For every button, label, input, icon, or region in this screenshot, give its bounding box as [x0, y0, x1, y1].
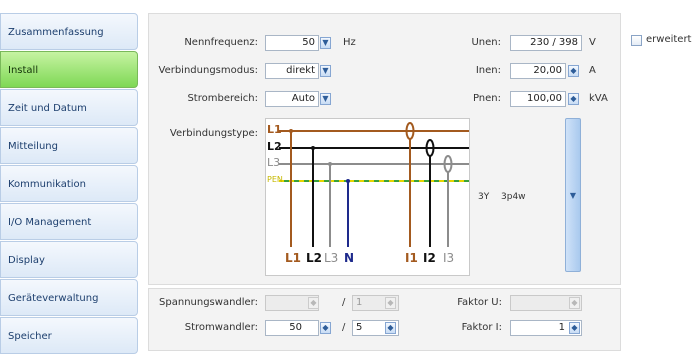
terminal-label-n: N — [344, 251, 355, 265]
unen-value: 230 / 398 — [530, 37, 578, 48]
erweitert-checkbox[interactable] — [631, 35, 642, 46]
spinner-icon: ◆ — [385, 297, 396, 309]
spinner-icon[interactable]: ◆ — [385, 322, 396, 334]
terminal-label-i1: I1 — [405, 251, 418, 265]
spinner-icon[interactable]: ◆ — [568, 65, 579, 77]
spinner-icon[interactable]: ◆ — [568, 93, 579, 105]
sidebar-item-kommunikation[interactable]: Kommunikation — [0, 165, 138, 202]
unen-label: Unen: — [471, 37, 501, 48]
nennfrequenz-unit: Hz — [343, 37, 356, 48]
pnen-value: 100,00 — [527, 93, 562, 104]
sidebar-nav: Zusammenfassung Install Zeit und Datum M… — [0, 13, 139, 354]
line-label-pen: PEN — [267, 175, 283, 184]
nennfrequenz-select[interactable]: 50 — [265, 35, 319, 51]
nennfrequenz-label: Nennfrequenz: — [184, 37, 258, 48]
faktor-i-label: Faktor I: — [461, 322, 502, 333]
terminal-label-i2: I2 — [423, 251, 436, 265]
spinner-icon[interactable]: ◆ — [569, 322, 580, 334]
faktor-i-value: 1 — [558, 322, 565, 333]
chevron-down-icon[interactable]: ▼ — [320, 37, 331, 49]
spannungswandler-label: Spannungswandler: — [159, 297, 258, 308]
verbindungsmodus-select[interactable]: direkt — [265, 63, 319, 79]
line-label-l1: L1 — [267, 123, 282, 136]
spinner-icon[interactable]: ◆ — [320, 322, 331, 334]
chevron-down-icon: ▼ — [569, 191, 577, 200]
inen-label: Inen: — [475, 65, 501, 76]
stromwandler-label: Stromwandler: — [184, 322, 258, 333]
chevron-down-icon[interactable]: ▼ — [320, 93, 331, 105]
erweitert-label[interactable]: erweitert — [646, 34, 691, 45]
unen-unit: V — [589, 37, 596, 48]
spannungswandler-secondary-value: 1 — [356, 297, 363, 308]
pnen-input[interactable]: 100,00 — [510, 91, 566, 107]
sidebar-item-install[interactable]: Install — [0, 51, 138, 88]
verbindungsmodus-value: direkt — [286, 65, 315, 76]
strombereich-value: Auto — [291, 93, 315, 104]
nennfrequenz-value: 50 — [302, 37, 315, 48]
stromwandler-separator: / — [342, 322, 346, 333]
verbindungstype-label: Verbindungstype: — [169, 128, 258, 139]
stromwandler-primary[interactable]: 50 — [265, 320, 319, 336]
stromwandler-secondary-value: 5 — [356, 322, 363, 333]
line-label-l3: L3 — [267, 156, 281, 169]
sidebar-item-geraeteverwaltung[interactable]: Geräteverwaltung — [0, 279, 138, 316]
connection-type-selector[interactable]: ▼ — [565, 118, 581, 272]
strombereich-label: Strombereich: — [187, 93, 258, 104]
terminal-label-l2: L2 — [306, 251, 322, 265]
terminal-label-i3: I3 — [443, 251, 455, 265]
pnen-label: Pnen: — [472, 93, 501, 104]
spannungswandler-separator: / — [342, 297, 346, 308]
inen-unit: A — [589, 65, 596, 76]
terminal-label-l3: L3 — [324, 251, 339, 265]
unen-field: 230 / 398 — [510, 35, 582, 51]
inen-value: 20,00 — [533, 65, 562, 76]
faktor-u-label: Faktor U: — [457, 297, 502, 308]
sidebar-item-mitteilung[interactable]: Mitteilung — [0, 127, 138, 164]
connection-type-code: 3Y — [478, 192, 490, 202]
spinner-icon: ◆ — [308, 297, 319, 309]
spinner-icon: ◆ — [569, 297, 580, 309]
chevron-down-icon[interactable]: ▼ — [320, 65, 331, 77]
strombereich-select[interactable]: Auto — [265, 91, 319, 107]
stromwandler-primary-value: 50 — [289, 322, 302, 333]
pnen-unit: kVA — [589, 93, 608, 104]
terminal-label-l1: L1 — [285, 251, 301, 265]
sidebar-item-display[interactable]: Display — [0, 241, 138, 278]
sidebar-item-zusammenfassung[interactable]: Zusammenfassung — [0, 13, 138, 50]
sidebar-item-speicher[interactable]: Speicher — [0, 317, 138, 354]
inen-input[interactable]: 20,00 — [510, 63, 566, 79]
connection-type-name: 3p4w — [501, 192, 526, 202]
connection-diagram[interactable]: L1 L2 L3 PEN L1 L2 L3 N I1 I2 I3 — [265, 118, 470, 276]
sidebar-item-zeit-und-datum[interactable]: Zeit und Datum — [0, 89, 138, 126]
verbindungsmodus-label: Verbindungsmodus: — [158, 65, 259, 76]
sidebar-item-io-management[interactable]: I/O Management — [0, 203, 138, 240]
line-label-l2: L2 — [267, 140, 282, 153]
